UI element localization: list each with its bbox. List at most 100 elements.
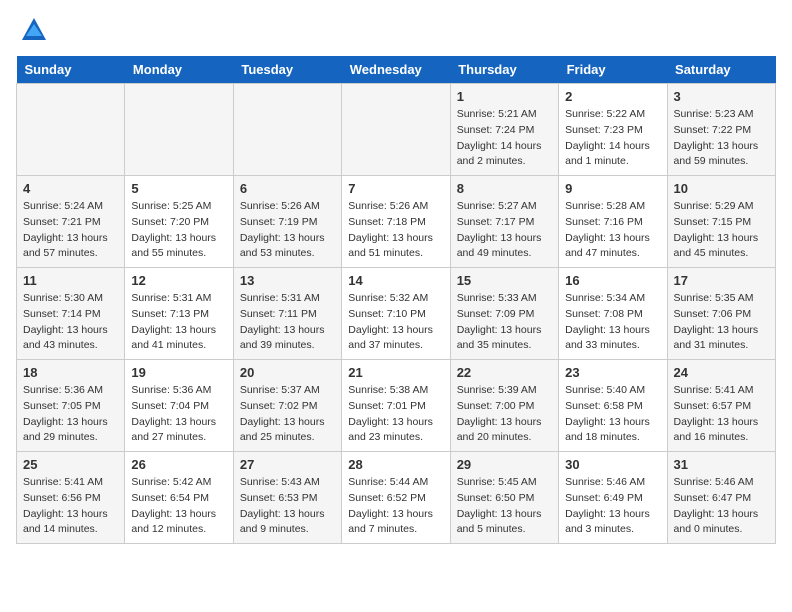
calendar-day-cell: 7 Sunrise: 5:26 AMSunset: 7:18 PMDaylight… [342, 176, 450, 268]
calendar-day-cell: 11 Sunrise: 5:30 AMSunset: 7:14 PMDayligh… [17, 268, 125, 360]
day-number: 18 [23, 365, 118, 380]
day-number: 27 [240, 457, 335, 472]
day-info: Sunrise: 5:26 AMSunset: 7:19 PMDaylight:… [240, 199, 335, 262]
calendar-day-cell: 22Sunrise: 5:39 AMSunset: 7:00 PMDayligh… [450, 360, 558, 452]
day-number: 14 [348, 273, 443, 288]
calendar-day-cell: 29Sunrise: 5:45 AMSunset: 6:50 PMDayligh… [450, 452, 558, 544]
day-info: Sunrise: 5:31 AMSunset: 7:13 PMDaylight:… [131, 291, 226, 354]
calendar-day-cell: 8 Sunrise: 5:27 AMSunset: 7:17 PMDaylight… [450, 176, 558, 268]
day-info: Sunrise: 5:23 AMSunset: 7:22 PMDaylight:… [674, 107, 769, 170]
day-info: Sunrise: 5:24 AMSunset: 7:21 PMDaylight:… [23, 199, 118, 262]
day-info: Sunrise: 5:46 AMSunset: 6:49 PMDaylight:… [565, 475, 660, 538]
weekday-header-cell: Thursday [450, 56, 558, 84]
day-number: 6 [240, 181, 335, 196]
day-info: Sunrise: 5:39 AMSunset: 7:00 PMDaylight:… [457, 383, 552, 446]
day-number: 1 [457, 89, 552, 104]
day-number: 10 [674, 181, 769, 196]
day-info: Sunrise: 5:44 AMSunset: 6:52 PMDaylight:… [348, 475, 443, 538]
day-info: Sunrise: 5:25 AMSunset: 7:20 PMDaylight:… [131, 199, 226, 262]
day-number: 13 [240, 273, 335, 288]
calendar-day-cell: 18 Sunrise: 5:36 AMSunset: 7:05 PMDayligh… [17, 360, 125, 452]
day-number: 9 [565, 181, 660, 196]
day-number: 17 [674, 273, 769, 288]
calendar-day-cell: 20Sunrise: 5:37 AMSunset: 7:02 PMDayligh… [233, 360, 341, 452]
day-number: 5 [131, 181, 226, 196]
day-info: Sunrise: 5:33 AMSunset: 7:09 PMDaylight:… [457, 291, 552, 354]
calendar-day-cell: 12 Sunrise: 5:31 AMSunset: 7:13 PMDayligh… [125, 268, 233, 360]
day-info: Sunrise: 5:35 AMSunset: 7:06 PMDaylight:… [674, 291, 769, 354]
calendar-day-cell: 14 Sunrise: 5:32 AMSunset: 7:10 PMDayligh… [342, 268, 450, 360]
day-number: 31 [674, 457, 769, 472]
calendar-day-cell [17, 84, 125, 176]
day-number: 24 [674, 365, 769, 380]
calendar-day-cell: 10Sunrise: 5:29 AMSunset: 7:15 PMDayligh… [667, 176, 775, 268]
day-number: 4 [23, 181, 118, 196]
day-number: 30 [565, 457, 660, 472]
day-info: Sunrise: 5:32 AMSunset: 7:10 PMDaylight:… [348, 291, 443, 354]
day-number: 16 [565, 273, 660, 288]
calendar-day-cell: 27 Sunrise: 5:43 AMSunset: 6:53 PMDayligh… [233, 452, 341, 544]
calendar-day-cell: 4 Sunrise: 5:24 AMSunset: 7:21 PMDaylight… [17, 176, 125, 268]
calendar-week-row: 11 Sunrise: 5:30 AMSunset: 7:14 PMDayligh… [17, 268, 776, 360]
calendar-day-cell: 15 Sunrise: 5:33 AMSunset: 7:09 PMDayligh… [450, 268, 558, 360]
calendar-day-cell: 26Sunrise: 5:42 AMSunset: 6:54 PMDayligh… [125, 452, 233, 544]
calendar-table: SundayMondayTuesdayWednesdayThursdayFrid… [16, 56, 776, 544]
page-header [16, 16, 776, 44]
calendar-day-cell: 3 Sunrise: 5:23 AMSunset: 7:22 PMDaylight… [667, 84, 775, 176]
logo-icon [20, 16, 48, 44]
day-info: Sunrise: 5:40 AMSunset: 6:58 PMDaylight:… [565, 383, 660, 446]
weekday-header-cell: Friday [559, 56, 667, 84]
day-info: Sunrise: 5:41 AMSunset: 6:57 PMDaylight:… [674, 383, 769, 446]
calendar-day-cell: 23 Sunrise: 5:40 AMSunset: 6:58 PMDayligh… [559, 360, 667, 452]
weekday-header-cell: Tuesday [233, 56, 341, 84]
calendar-day-cell: 16 Sunrise: 5:34 AMSunset: 7:08 PMDayligh… [559, 268, 667, 360]
day-info: Sunrise: 5:28 AMSunset: 7:16 PMDaylight:… [565, 199, 660, 262]
calendar-day-cell: 25 Sunrise: 5:41 AMSunset: 6:56 PMDayligh… [17, 452, 125, 544]
calendar-day-cell: 28Sunrise: 5:44 AMSunset: 6:52 PMDayligh… [342, 452, 450, 544]
calendar-week-row: 18 Sunrise: 5:36 AMSunset: 7:05 PMDayligh… [17, 360, 776, 452]
day-info: Sunrise: 5:34 AMSunset: 7:08 PMDaylight:… [565, 291, 660, 354]
day-info: Sunrise: 5:46 AMSunset: 6:47 PMDaylight:… [674, 475, 769, 538]
day-number: 11 [23, 273, 118, 288]
calendar-week-row: 4 Sunrise: 5:24 AMSunset: 7:21 PMDaylight… [17, 176, 776, 268]
calendar-day-cell: 5 Sunrise: 5:25 AMSunset: 7:20 PMDaylight… [125, 176, 233, 268]
day-info: Sunrise: 5:26 AMSunset: 7:18 PMDaylight:… [348, 199, 443, 262]
day-info: Sunrise: 5:36 AMSunset: 7:05 PMDaylight:… [23, 383, 118, 446]
calendar-day-cell: 30 Sunrise: 5:46 AMSunset: 6:49 PMDayligh… [559, 452, 667, 544]
day-info: Sunrise: 5:41 AMSunset: 6:56 PMDaylight:… [23, 475, 118, 538]
day-number: 7 [348, 181, 443, 196]
calendar-day-cell [342, 84, 450, 176]
calendar-day-cell: 17 Sunrise: 5:35 AMSunset: 7:06 PMDayligh… [667, 268, 775, 360]
day-number: 3 [674, 89, 769, 104]
day-info: Sunrise: 5:30 AMSunset: 7:14 PMDaylight:… [23, 291, 118, 354]
calendar-day-cell: 1 Sunrise: 5:21 AMSunset: 7:24 PMDaylight… [450, 84, 558, 176]
day-number: 15 [457, 273, 552, 288]
day-info: Sunrise: 5:38 AMSunset: 7:01 PMDaylight:… [348, 383, 443, 446]
weekday-header-row: SundayMondayTuesdayWednesdayThursdayFrid… [17, 56, 776, 84]
calendar-body: 1 Sunrise: 5:21 AMSunset: 7:24 PMDaylight… [17, 84, 776, 544]
day-number: 12 [131, 273, 226, 288]
calendar-week-row: 25 Sunrise: 5:41 AMSunset: 6:56 PMDayligh… [17, 452, 776, 544]
day-info: Sunrise: 5:37 AMSunset: 7:02 PMDaylight:… [240, 383, 335, 446]
calendar-day-cell [125, 84, 233, 176]
day-info: Sunrise: 5:45 AMSunset: 6:50 PMDaylight:… [457, 475, 552, 538]
day-info: Sunrise: 5:21 AMSunset: 7:24 PMDaylight:… [457, 107, 552, 170]
day-number: 23 [565, 365, 660, 380]
calendar-day-cell: 31 Sunrise: 5:46 AMSunset: 6:47 PMDayligh… [667, 452, 775, 544]
day-info: Sunrise: 5:43 AMSunset: 6:53 PMDaylight:… [240, 475, 335, 538]
calendar-day-cell: 13 Sunrise: 5:31 AMSunset: 7:11 PMDayligh… [233, 268, 341, 360]
calendar-day-cell: 24 Sunrise: 5:41 AMSunset: 6:57 PMDayligh… [667, 360, 775, 452]
day-info: Sunrise: 5:42 AMSunset: 6:54 PMDaylight:… [131, 475, 226, 538]
calendar-day-cell: 21Sunrise: 5:38 AMSunset: 7:01 PMDayligh… [342, 360, 450, 452]
calendar-day-cell [233, 84, 341, 176]
day-info: Sunrise: 5:22 AMSunset: 7:23 PMDaylight:… [565, 107, 660, 170]
day-info: Sunrise: 5:27 AMSunset: 7:17 PMDaylight:… [457, 199, 552, 262]
weekday-header-cell: Monday [125, 56, 233, 84]
day-info: Sunrise: 5:31 AMSunset: 7:11 PMDaylight:… [240, 291, 335, 354]
calendar-day-cell: 19Sunrise: 5:36 AMSunset: 7:04 PMDayligh… [125, 360, 233, 452]
day-number: 19 [131, 365, 226, 380]
calendar-week-row: 1 Sunrise: 5:21 AMSunset: 7:24 PMDaylight… [17, 84, 776, 176]
calendar-day-cell: 2Sunrise: 5:22 AMSunset: 7:23 PMDaylight… [559, 84, 667, 176]
day-number: 25 [23, 457, 118, 472]
day-number: 8 [457, 181, 552, 196]
